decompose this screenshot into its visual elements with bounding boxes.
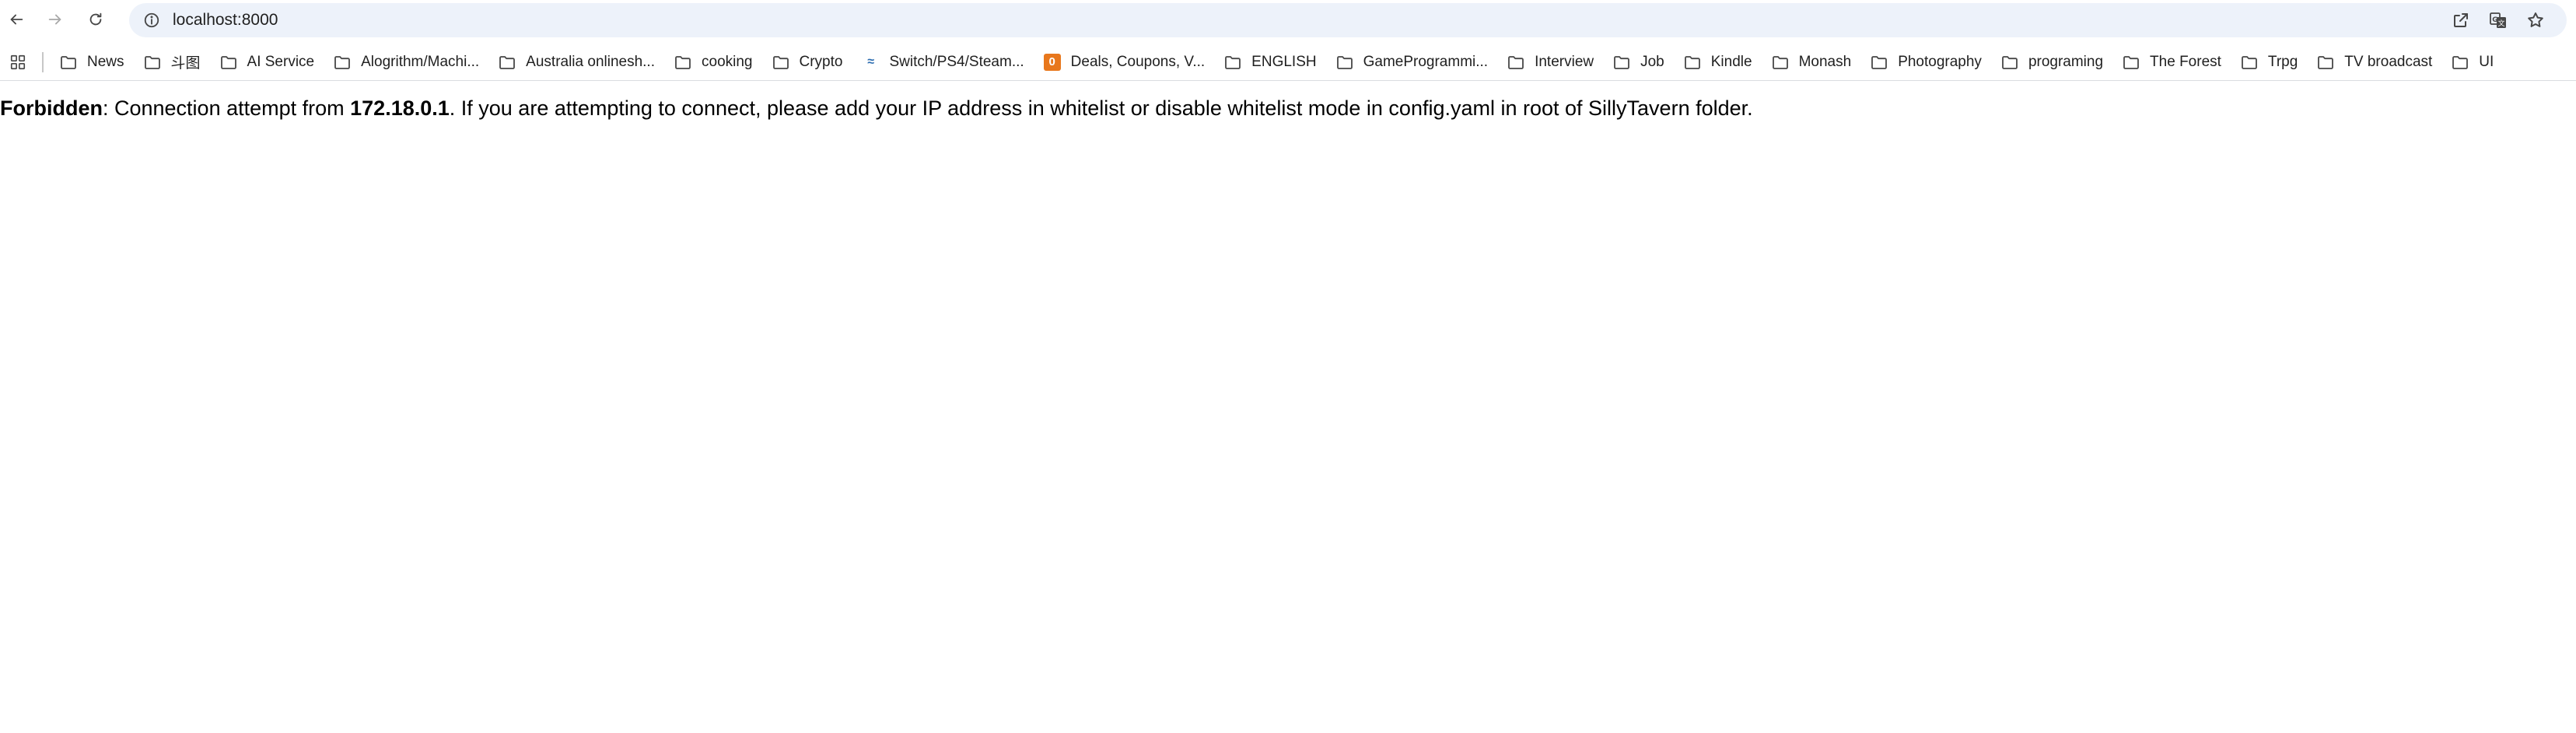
forward-button[interactable] (39, 3, 72, 36)
bookmark-label: Trpg (2267, 53, 2298, 70)
folder-icon (772, 53, 790, 72)
bookmark-item[interactable]: 斗图 (135, 47, 212, 78)
open-external-icon (2454, 13, 2468, 27)
apps-grid-icon (10, 54, 26, 69)
bookmark-item[interactable]: AI Service (212, 47, 326, 78)
bookmark-item[interactable]: Kindle (1675, 47, 1763, 78)
folder-icon (1683, 53, 1702, 72)
bookmark-label: ENGLISH (1251, 53, 1317, 70)
bookmark-label: The Forest (2150, 53, 2221, 70)
site-info-button[interactable] (140, 9, 163, 32)
forbidden-label: Forbidden (0, 96, 103, 120)
folder-icon (2316, 53, 2335, 72)
folder-icon (2122, 53, 2140, 72)
folder-icon (2240, 53, 2259, 72)
bookmark-label: Australia onlinesh... (526, 53, 655, 70)
folder-icon (498, 53, 516, 72)
svg-text:文: 文 (2497, 19, 2504, 28)
folder-icon (1507, 53, 1525, 72)
reload-icon (89, 12, 102, 26)
bookmark-label: Monash (1798, 53, 1852, 70)
folder-icon (2451, 53, 2469, 72)
info-icon (144, 12, 159, 28)
folder-icon (1612, 53, 1631, 72)
folder-icon (1870, 53, 1888, 72)
bookmark-item[interactable]: Interview (1499, 47, 1605, 78)
ip-address: 172.18.0.1 (350, 96, 450, 120)
bookmark-item[interactable]: 0 Deals, Coupons, V... (1035, 47, 1216, 78)
bookmark-item[interactable]: Monash (1763, 47, 1863, 78)
open-in-app-button[interactable] (2444, 3, 2478, 37)
bookmark-item[interactable]: ≈ Switch/PS4/Steam... (853, 47, 1034, 78)
bookmark-item[interactable]: ENGLISH (1216, 47, 1327, 78)
bookmark-label: UI (2479, 53, 2494, 70)
translate-icon: G 文 (2490, 12, 2506, 28)
bookmark-item[interactable]: Job (1605, 47, 1675, 78)
folder-icon (143, 53, 162, 72)
browser-toolbar: localhost:8000 G 文 (0, 0, 2576, 39)
bookmark-label: Alogrithm/Machi... (361, 53, 480, 70)
bookmark-item[interactable]: UI (2443, 47, 2504, 78)
message-text-part1: : Connection attempt from (102, 96, 351, 120)
bookmark-item[interactable]: Australia onlinesh... (490, 47, 666, 78)
reload-button[interactable] (79, 3, 112, 36)
star-icon (2528, 12, 2543, 27)
folder-icon (674, 53, 692, 72)
folder-icon (333, 53, 352, 72)
bookmark-label: 斗图 (170, 55, 201, 72)
bookmark-label: Crypto (799, 53, 843, 70)
bookmark-item[interactable]: programing (1993, 47, 2114, 78)
bookmark-label: News (87, 53, 124, 70)
message-text-part2: . If you are attempting to connect, plea… (449, 96, 1753, 120)
site-favicon-icon: ≈ (867, 54, 874, 68)
bookmark-label: Interview (1535, 53, 1594, 70)
folder-icon (219, 53, 238, 72)
folder-icon (1335, 53, 1354, 72)
bookmark-item[interactable]: cooking (666, 47, 764, 78)
bookmark-item[interactable]: News (51, 47, 135, 78)
bookmark-label: Switch/PS4/Steam... (889, 53, 1024, 70)
bookmark-item[interactable]: Crypto (764, 47, 854, 78)
folder-icon (2000, 53, 2019, 72)
arrow-right-icon (48, 14, 61, 25)
bookmark-label: TV broadcast (2344, 53, 2433, 70)
forbidden-message: Forbidden: Connection attempt from 172.1… (0, 96, 2576, 121)
arrow-left-icon (10, 14, 23, 25)
translate-button[interactable]: G 文 (2481, 3, 2515, 37)
bookmarks-separator (42, 51, 44, 72)
apps-button[interactable] (0, 47, 36, 78)
bookmark-label: Deals, Coupons, V... (1070, 53, 1206, 70)
ozbargain-favicon-icon: 0 (1043, 53, 1062, 72)
folder-icon (59, 53, 78, 72)
bookmark-item[interactable]: TV broadcast (2308, 47, 2443, 78)
folder-icon (1771, 53, 1790, 72)
address-bar[interactable]: localhost:8000 G 文 (129, 3, 2567, 37)
bookmarks-bar: News 斗图 AI Service Alogrithm/Machi... Austra… (0, 44, 2576, 81)
bookmark-label: GameProgrammi... (1363, 53, 1489, 70)
bookmark-star-button[interactable] (2518, 3, 2553, 37)
bookmark-item[interactable]: The Forest (2114, 47, 2232, 78)
bookmark-item[interactable]: GameProgrammi... (1328, 47, 1499, 78)
bookmark-item[interactable]: Alogrithm/Machi... (325, 47, 490, 78)
back-button[interactable] (0, 3, 33, 36)
bookmark-label: Photography (1898, 53, 1982, 70)
bookmark-item[interactable]: Trpg (2232, 47, 2308, 78)
url-text[interactable]: localhost:8000 (173, 11, 278, 30)
bookmark-label: AI Service (247, 53, 315, 70)
bookmark-label: cooking (702, 53, 753, 70)
folder-icon (1223, 53, 1242, 72)
bookmark-label: programing (2028, 53, 2104, 70)
bookmark-label: Kindle (1710, 53, 1752, 70)
bookmark-label: Job (1640, 53, 1664, 70)
address-bar-actions: G 文 (2441, 3, 2553, 37)
bookmark-item[interactable]: Photography (1862, 47, 1993, 78)
